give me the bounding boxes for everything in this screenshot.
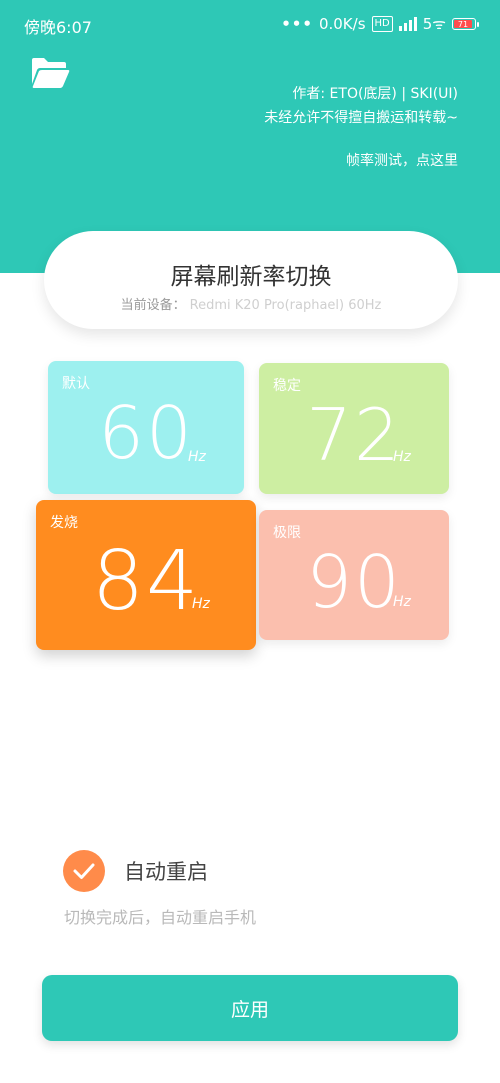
apply-button-label: 应用 — [230, 999, 269, 1021]
fps-test-link[interactable]: 帧率测试，点这里 — [346, 150, 458, 170]
status-time: 傍晚6:07 — [24, 18, 92, 37]
mode-tile-limit[interactable]: 极限 90 Hz — [259, 510, 449, 640]
mode-value: 72 — [306, 393, 402, 477]
apply-button[interactable]: 应用 — [42, 975, 458, 1041]
status-icons: ••• 0.0K/s HD 5ᯤ 71 — [281, 14, 479, 34]
copyright-notice: 未经允许不得擅自搬运和转载~ — [264, 110, 458, 126]
mode-value: 84 — [91, 534, 201, 629]
mode-label: 默认 — [62, 376, 90, 392]
auto-restart-checkbox[interactable] — [63, 850, 105, 892]
mode-tile-default[interactable]: 默认 60 Hz — [48, 361, 244, 494]
auto-restart-description: 切换完成后，自动重启手机 — [64, 908, 257, 927]
author-credit: 作者: ETO(底层) | SKI(UI) — [292, 86, 458, 102]
mode-tile-fever[interactable]: 发烧 84 Hz — [36, 500, 256, 650]
mode-label: 稳定 — [273, 378, 301, 394]
mode-label: 发烧 — [50, 515, 78, 531]
signal-icon — [398, 17, 417, 31]
mode-unit: Hz — [188, 449, 206, 465]
status-bar: 傍晚6:07 ••• 0.0K/s HD 5ᯤ 71 — [0, 0, 500, 48]
battery-icon: 71 — [452, 18, 479, 30]
check-icon — [73, 863, 95, 879]
page-title: 屏幕刷新率切换 — [170, 264, 332, 290]
mode-value: 60 — [98, 391, 194, 475]
device-name: Redmi K20 Pro(raphael) 60Hz — [189, 298, 382, 313]
more-dots-icon: ••• — [281, 15, 313, 33]
mode-unit: Hz — [192, 596, 210, 612]
mode-unit: Hz — [393, 449, 411, 465]
battery-level: 71 — [454, 20, 472, 29]
mode-value: 90 — [306, 540, 402, 624]
folder-open-icon[interactable] — [30, 56, 70, 90]
wifi-icon: 5ᯤ — [422, 15, 446, 33]
volte-icon: HD — [371, 16, 393, 32]
device-label: 当前设备： — [120, 298, 186, 313]
current-device: 当前设备： Redmi K20 Pro(raphael) 60Hz — [44, 294, 458, 313]
title-card: 屏幕刷新率切换 当前设备： Redmi K20 Pro(raphael) 60Hz — [44, 231, 458, 329]
mode-label: 极限 — [273, 525, 301, 541]
auto-restart-label[interactable]: 自动重启 — [124, 856, 208, 886]
mode-unit: Hz — [393, 594, 411, 610]
network-speed: 0.0K/s — [318, 15, 366, 33]
mode-tile-stable[interactable]: 稳定 72 Hz — [259, 363, 449, 494]
